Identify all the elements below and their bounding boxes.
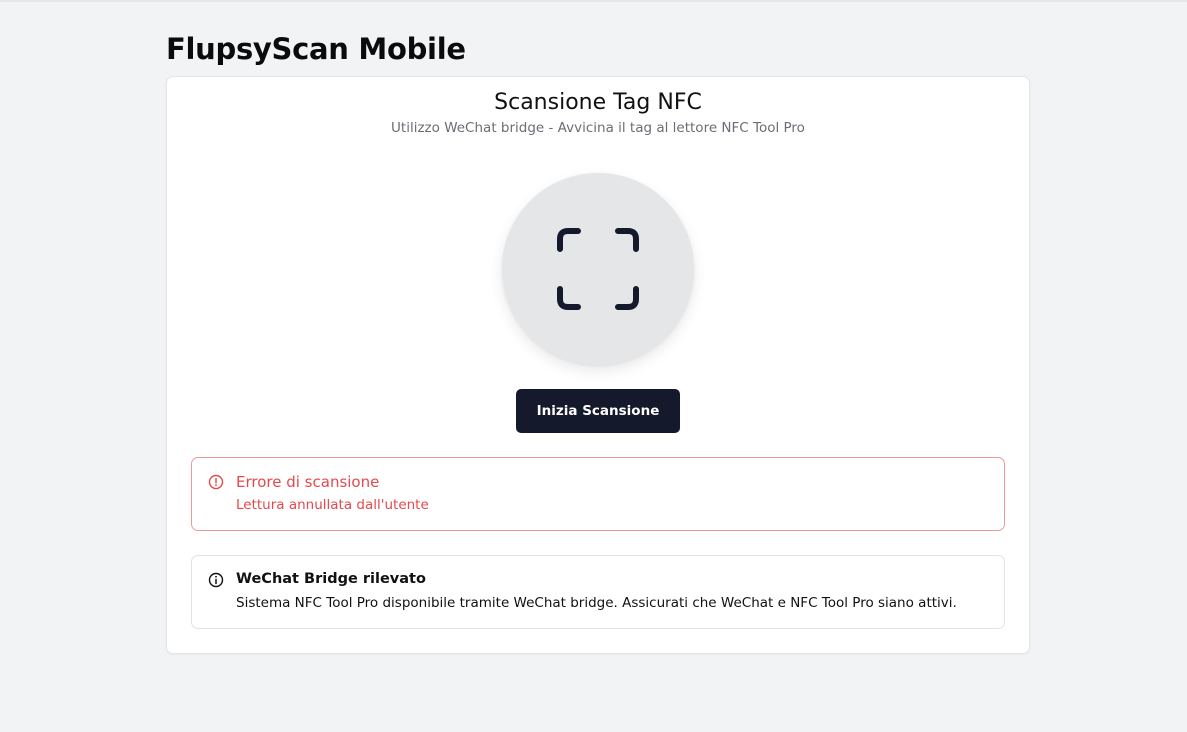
start-scan-button[interactable]: Inizia Scansione [516, 389, 680, 433]
alert-circle-icon [208, 474, 224, 490]
error-alert-title: Errore di scansione [236, 473, 380, 491]
info-alert-description: Sistema NFC Tool Pro disponibile tramite… [236, 595, 957, 611]
error-alert: Errore di scansione Lettura annullata da… [191, 457, 1005, 531]
info-alert-title: WeChat Bridge rilevato [236, 571, 426, 587]
card-title: Scansione Tag NFC [494, 90, 702, 115]
app-title: FlupsyScan Mobile [166, 32, 466, 66]
info-alert: WeChat Bridge rilevato Sistema NFC Tool … [191, 555, 1005, 629]
scan-indicator [502, 173, 694, 365]
info-icon [208, 572, 224, 588]
scan-card: Scansione Tag NFC Utilizzo WeChat bridge… [166, 76, 1030, 654]
top-divider [0, 0, 1187, 2]
error-alert-description: Lettura annullata dall'utente [236, 497, 429, 513]
card-subtitle: Utilizzo WeChat bridge - Avvicina il tag… [391, 120, 805, 136]
scan-frame-icon [557, 228, 639, 310]
